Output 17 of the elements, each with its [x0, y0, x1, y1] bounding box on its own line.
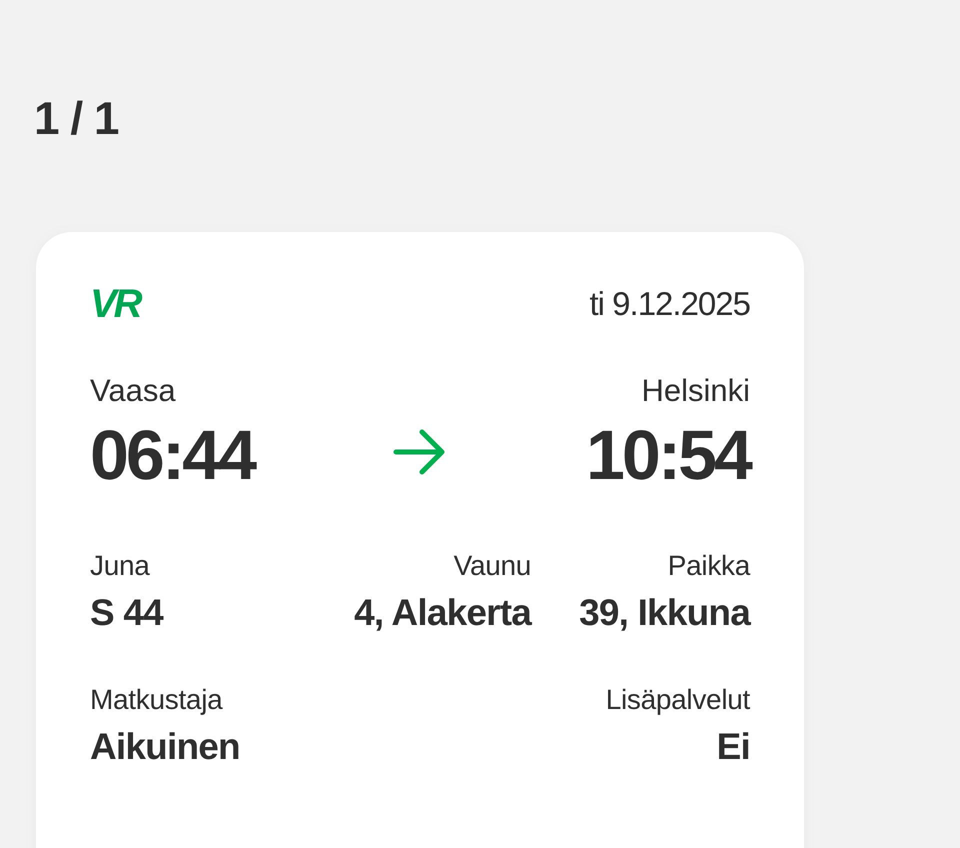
field-label: Paikka [668, 550, 750, 582]
field-label: Matkustaja [90, 684, 224, 716]
arrival-station: Helsinki [641, 372, 750, 410]
field-value: 4, Alakerta [354, 592, 532, 634]
field-value: 39, Ikkuna [579, 592, 750, 634]
logo: VR [90, 282, 140, 326]
arrival-time: 10:54 [586, 415, 750, 496]
field-value: Ei [716, 726, 750, 768]
field-label: Vaunu [454, 550, 532, 582]
field-label: Juna [90, 550, 151, 582]
field-value: Aikuinen [90, 726, 241, 768]
field-label: Lisäpalvelut [606, 684, 750, 716]
departure-time: 06:44 [90, 415, 256, 496]
travel-date: ti 9.12.2025 [590, 285, 750, 323]
page-counter: 1 / 1 [34, 91, 120, 146]
field-value: S 44 [90, 592, 164, 634]
departure-station: Vaasa [90, 372, 177, 410]
